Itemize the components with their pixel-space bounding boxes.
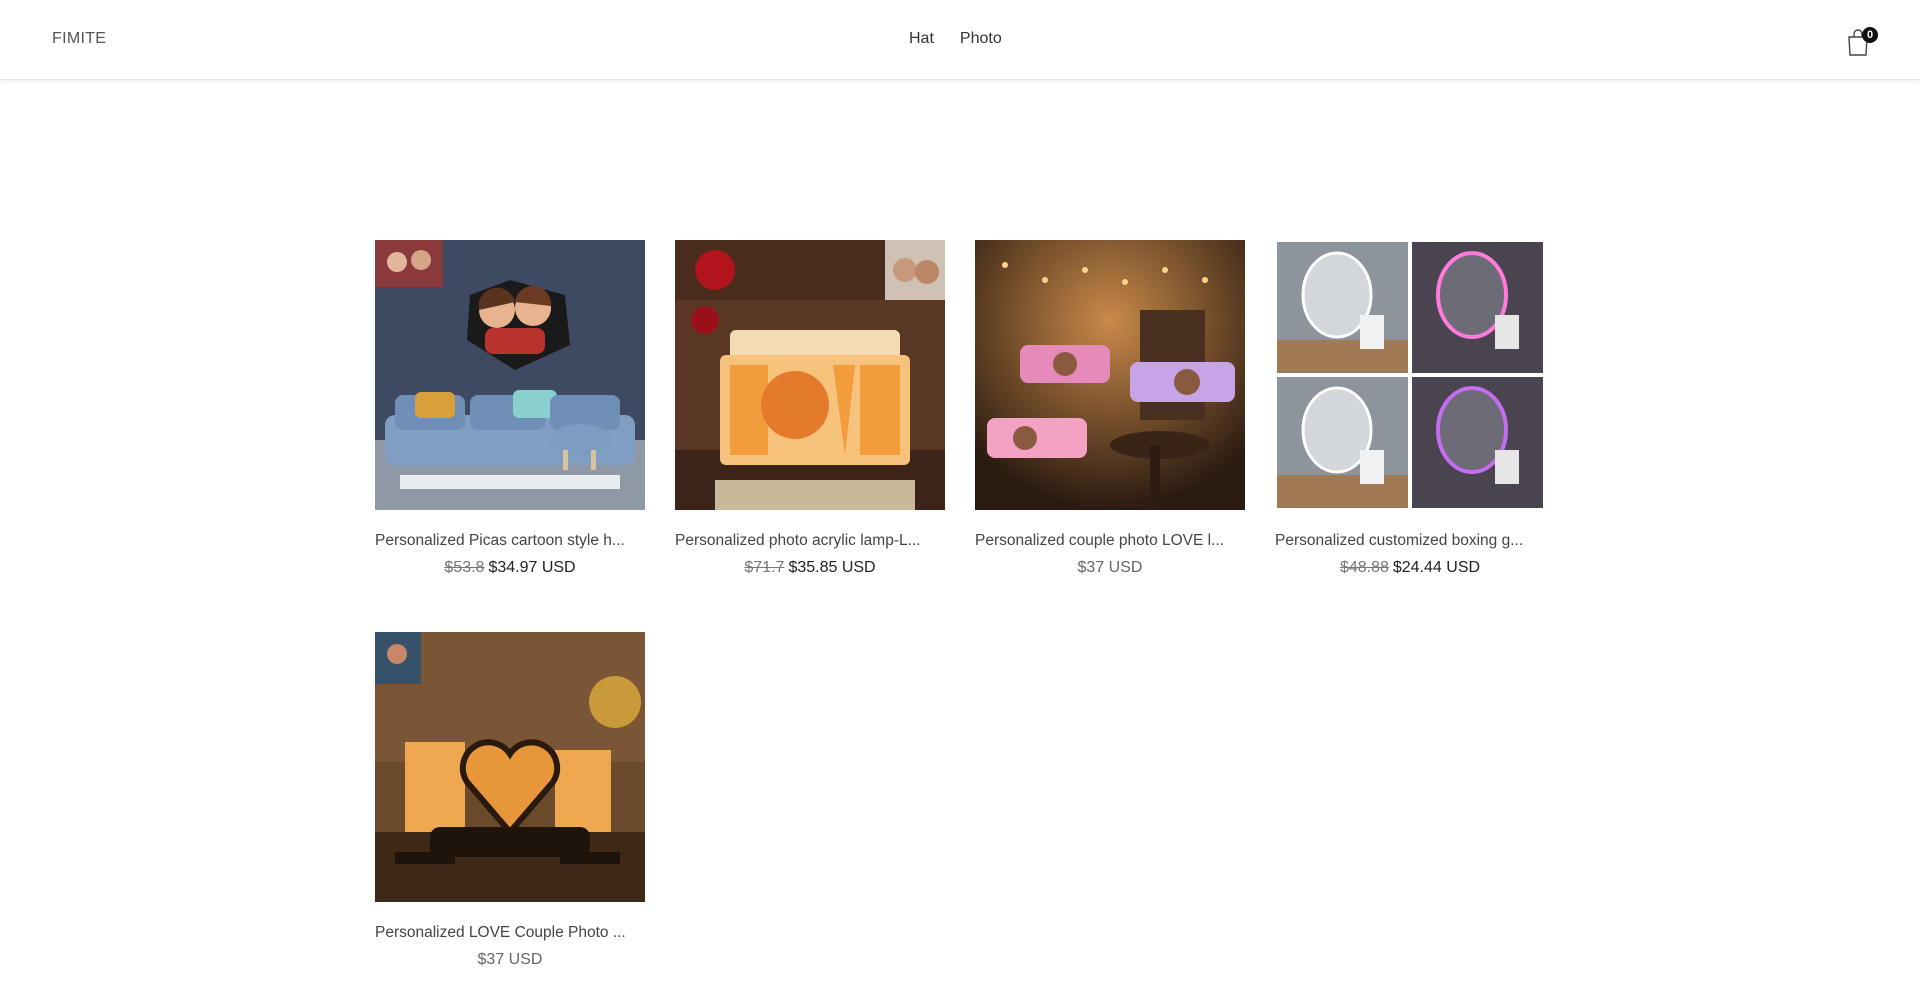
product-image-cartoon-wall-art[interactable] xyxy=(375,240,645,510)
product-price: $37 USD xyxy=(375,951,645,969)
regular-price: $37 USD xyxy=(1077,559,1143,576)
product-image-acrylic-love-lamp[interactable] xyxy=(675,240,945,510)
product-card[interactable]: Personalized customized boxing g... $48.… xyxy=(1275,240,1545,577)
product-title[interactable]: Personalized customized boxing g... xyxy=(1275,532,1545,550)
product-title[interactable]: Personalized couple photo LOVE l... xyxy=(975,532,1245,550)
cart-count-badge: 0 xyxy=(1862,27,1878,43)
product-card[interactable]: Personalized Picas cartoon style h... $5… xyxy=(375,240,645,577)
site-header: FIMITE Hat Photo 0 xyxy=(0,0,1920,80)
regular-price: $37 USD xyxy=(477,951,543,968)
product-card[interactable]: Personalized LOVE Couple Photo ... $37 U… xyxy=(375,632,645,969)
product-card[interactable]: Personalized photo acrylic lamp-L... $71… xyxy=(675,240,945,577)
nav-link-hat[interactable]: Hat xyxy=(909,30,934,48)
product-price: $37 USD xyxy=(975,559,1245,577)
product-price: $71.7 $35.85 USD xyxy=(675,559,945,577)
product-price: $53.8 $34.97 USD xyxy=(375,559,645,577)
sale-price: $24.44 USD xyxy=(1392,559,1481,576)
product-image-boxing-glove-lamp[interactable] xyxy=(1275,240,1545,510)
main-nav: Hat Photo xyxy=(909,30,1002,48)
store-logo[interactable]: FIMITE xyxy=(52,30,106,48)
compare-at-price: $53.8 xyxy=(444,559,485,576)
compare-at-price: $71.7 xyxy=(744,559,785,576)
compare-at-price: $48.88 xyxy=(1339,559,1389,576)
product-price: $48.88 $24.44 USD xyxy=(1275,559,1545,577)
sale-price: $34.97 USD xyxy=(488,559,576,576)
product-title[interactable]: Personalized photo acrylic lamp-L... xyxy=(675,532,945,550)
product-image-love-letter-lights[interactable] xyxy=(975,240,1245,510)
product-title[interactable]: Personalized LOVE Couple Photo ... xyxy=(375,924,645,942)
product-card[interactable]: Personalized couple photo LOVE l... $37 … xyxy=(975,240,1245,577)
nav-link-photo[interactable]: Photo xyxy=(960,30,1002,48)
sale-price: $35.85 USD xyxy=(788,559,876,576)
product-image-love-couple-photo-lamp[interactable] xyxy=(375,632,645,902)
product-title[interactable]: Personalized Picas cartoon style h... xyxy=(375,532,645,550)
